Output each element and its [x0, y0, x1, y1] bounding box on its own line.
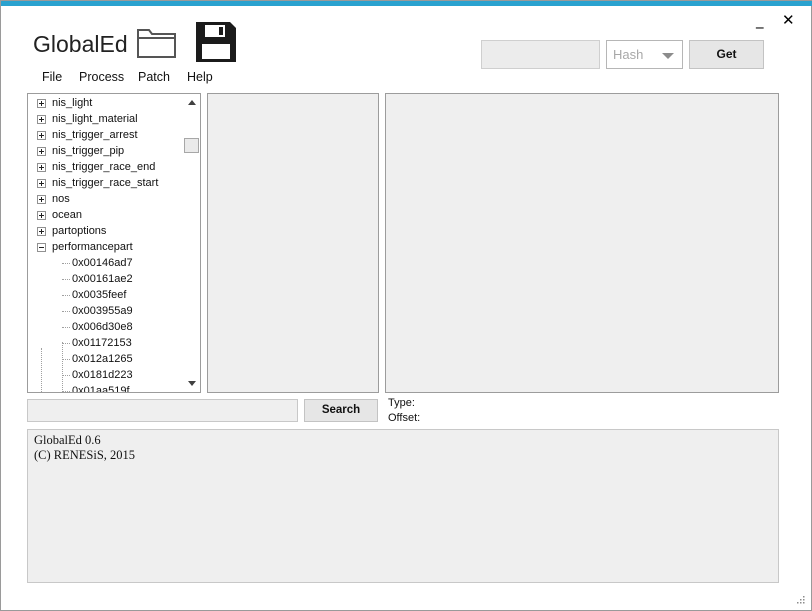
- search-input[interactable]: [27, 399, 298, 422]
- tree-child-label: 0x00161ae2: [72, 273, 133, 285]
- get-button[interactable]: Get: [689, 40, 764, 69]
- menu-file[interactable]: File: [42, 70, 62, 84]
- expand-icon[interactable]: [37, 99, 46, 108]
- tree-node[interactable]: nos: [28, 191, 184, 207]
- offset-label: Offset:: [388, 412, 421, 424]
- scroll-down-icon[interactable]: [188, 381, 196, 386]
- tree-child-connector: [62, 327, 70, 328]
- tree-child-node[interactable]: 0x01172153: [28, 335, 184, 351]
- tree-node[interactable]: nis_trigger_pip: [28, 143, 184, 159]
- tree-node-label: nos: [52, 193, 70, 205]
- tree-child-label: 0x006d30e8: [72, 321, 133, 333]
- tree-child-connector: [62, 343, 70, 344]
- expand-icon[interactable]: [37, 115, 46, 124]
- tree-child-connector: [62, 359, 70, 360]
- expand-icon[interactable]: [37, 227, 46, 236]
- tree-child-connector: [62, 311, 70, 312]
- menu-patch[interactable]: Patch: [138, 70, 170, 84]
- tree-node[interactable]: nis_trigger_arrest: [28, 127, 184, 143]
- scroll-up-icon[interactable]: [188, 100, 196, 105]
- tree-node-label: nis_light_material: [52, 113, 138, 125]
- tree-child-label: 0x0035feef: [72, 289, 127, 301]
- tree-child-label: 0x012a1265: [72, 353, 133, 365]
- scroll-thumb[interactable]: [184, 138, 199, 153]
- tree-child-node[interactable]: 0x00146ad7: [28, 255, 184, 271]
- tree-node[interactable]: partoptions: [28, 223, 184, 239]
- tree-child-connector: [62, 375, 70, 376]
- collapse-icon[interactable]: [37, 243, 46, 252]
- hash-type-select[interactable]: Hash: [606, 40, 683, 69]
- folder-icon[interactable]: [135, 26, 179, 60]
- tree-node-label: nis_light: [52, 97, 93, 109]
- tree-content: nis_light nis_light_material nis_trigger…: [28, 94, 184, 392]
- tree-child-node[interactable]: 0x0181d223: [28, 367, 184, 383]
- app-title: GlobalEd: [33, 31, 128, 57]
- entries-list-panel[interactable]: [207, 93, 379, 393]
- tree-child-label: 0x0181d223: [72, 369, 133, 381]
- tree-child-node[interactable]: 0x00161ae2: [28, 271, 184, 287]
- chevron-down-icon: [662, 53, 674, 59]
- tree-node-label: partoptions: [52, 225, 107, 237]
- tree-child-node[interactable]: 0x0035feef: [28, 287, 184, 303]
- tree-node[interactable]: ocean: [28, 207, 184, 223]
- expand-icon[interactable]: [37, 211, 46, 220]
- minimize-button[interactable]: _: [756, 13, 764, 28]
- tree-child-node[interactable]: 0x01aa519f: [28, 383, 184, 392]
- expand-icon[interactable]: [37, 147, 46, 156]
- expand-icon[interactable]: [37, 195, 46, 204]
- expand-icon[interactable]: [37, 131, 46, 140]
- tree-child-label: 0x003955a9: [72, 305, 133, 317]
- tree-child-connector: [62, 263, 70, 264]
- tree-node[interactable]: nis_light: [28, 95, 184, 111]
- tree-node-label: ocean: [52, 209, 82, 221]
- menu-process[interactable]: Process: [79, 70, 124, 84]
- tree-node[interactable]: nis_light_material: [28, 111, 184, 127]
- tree-node-label: nis_trigger_race_start: [52, 177, 159, 189]
- tree-child-label: 0x00146ad7: [72, 257, 133, 269]
- log-output[interactable]: GlobalEd 0.6 (C) RENESiS, 2015: [27, 429, 779, 583]
- tree-node-label: nis_trigger_race_end: [52, 161, 156, 173]
- tree-node[interactable]: nis_trigger_race_start: [28, 175, 184, 191]
- editor-panel[interactable]: [385, 93, 779, 393]
- tree-scrollbar[interactable]: [184, 94, 200, 392]
- window-accent-bar: [1, 1, 812, 6]
- tree-node-label: nis_trigger_arrest: [52, 129, 138, 141]
- tree-child-node[interactable]: 0x003955a9: [28, 303, 184, 319]
- resize-grip-icon[interactable]: [795, 594, 805, 604]
- tree-child-node[interactable]: 0x006d30e8: [28, 319, 184, 335]
- tree-node-label: nis_trigger_pip: [52, 145, 125, 157]
- tree-node[interactable]: performancepart: [28, 239, 184, 255]
- tree-node-label: performancepart: [52, 241, 133, 253]
- tree-view[interactable]: nis_light nis_light_material nis_trigger…: [27, 93, 201, 393]
- expand-icon[interactable]: [37, 163, 46, 172]
- log-line: GlobalEd 0.6: [34, 433, 101, 447]
- log-line: (C) RENESiS, 2015: [34, 448, 136, 462]
- tree-child-node[interactable]: 0x012a1265: [28, 351, 184, 367]
- expand-icon[interactable]: [37, 179, 46, 188]
- search-button[interactable]: Search: [304, 399, 378, 422]
- close-button[interactable]: ✕: [782, 13, 795, 28]
- hash-type-value: Hash: [613, 47, 644, 62]
- tree-child-connector: [62, 391, 70, 392]
- tree-node[interactable]: nis_trigger_race_end: [28, 159, 184, 175]
- floppy-disk-icon[interactable]: [195, 21, 237, 63]
- hash-input[interactable]: [481, 40, 600, 69]
- tree-child-connector: [62, 295, 70, 296]
- tree-child-label: 0x01172153: [72, 337, 132, 349]
- tree-child-label: 0x01aa519f: [72, 385, 130, 392]
- type-label: Type:: [388, 397, 415, 409]
- app-window: _ ✕ GlobalEd File Process Patch Help Has…: [0, 0, 812, 611]
- tree-child-connector: [62, 279, 70, 280]
- menu-help[interactable]: Help: [187, 70, 213, 84]
